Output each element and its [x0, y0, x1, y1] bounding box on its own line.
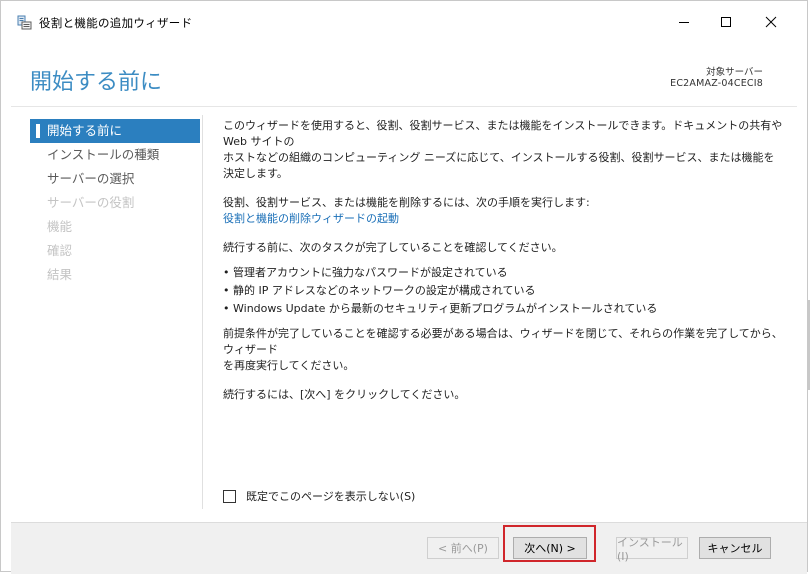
continue-instructions: 続行するには、[次へ] をクリックしてください。: [223, 388, 466, 401]
cancel-button[interactable]: キャンセル: [699, 537, 771, 559]
nav-item-results: 結果: [47, 267, 73, 282]
target-server-name: EC2AMAZ-04CECI8: [670, 78, 763, 89]
skip-page-label[interactable]: 既定でこのページを表示しない(S): [246, 488, 415, 504]
nav-item-server-roles: サーバーの役割: [47, 195, 135, 210]
close-button[interactable]: [749, 7, 793, 37]
nav-item-features: 機能: [47, 219, 73, 234]
skip-page-checkbox[interactable]: [223, 489, 236, 503]
nav-item-server-selection[interactable]: サーバーの選択: [30, 167, 200, 191]
task-item-updates: Windows Update から最新のセキュリティ更新プログラムがインストール…: [223, 300, 783, 318]
minimize-button[interactable]: [662, 7, 706, 37]
remove-roles-wizard-link[interactable]: 役割と機能の削除ウィザードの起動: [223, 212, 399, 225]
content-pane: このウィザードを使用すると、役割、役割サービス、または機能をインストールできます…: [223, 118, 783, 403]
page-title: 開始する前に: [30, 70, 163, 95]
nav-divider: [202, 115, 203, 509]
button-bar: < 前へ(P) 次へ(N) > インストール(I) キャンセル: [11, 522, 807, 574]
target-server-label: 対象サーバー: [706, 67, 763, 78]
wizard-window: 役割と機能の追加ウィザード 開始する前に 対象サーバー EC2AMAZ-04CE…: [0, 0, 808, 574]
close-icon: [765, 16, 777, 28]
remove-instructions: 役割、役割サービス、または機能を削除するには、次の手順を実行します:: [223, 196, 590, 209]
nav-item-before-you-begin[interactable]: 開始する前に: [30, 119, 200, 143]
install-button[interactable]: インストール(I): [616, 536, 688, 563]
tasks-intro: 続行する前に、次のタスクが完了していることを確認してください。: [223, 241, 563, 254]
wizard-nav: 開始する前に インストールの種類 サーバーの選択 サーバーの役割 機能 確認 結…: [30, 119, 200, 287]
window-title: 役割と機能の追加ウィザード: [39, 16, 193, 30]
next-button-highlight: [503, 525, 596, 562]
prereq-text-line-1: 前提条件が完了していることを確認する必要がある場合は、ウィザードを閉じて、それら…: [223, 327, 783, 356]
maximize-icon: [721, 17, 731, 27]
header-divider: [11, 106, 797, 107]
task-item-network: 静的 IP アドレスなどのネットワークの設定が構成されている: [223, 282, 783, 300]
nav-item-installation-type[interactable]: インストールの種類: [30, 143, 200, 167]
nav-item-confirmation: 確認: [47, 243, 73, 258]
skip-page-option[interactable]: 既定でこのページを表示しない(S): [223, 488, 415, 504]
title-bar[interactable]: 役割と機能の追加ウィザード: [1, 1, 807, 43]
maximize-button[interactable]: [704, 7, 748, 37]
intro-text-line-1: このウィザードを使用すると、役割、役割サービス、または機能をインストールできます…: [223, 119, 783, 148]
task-item-password: 管理者アカウントに強力なパスワードが設定されている: [223, 264, 783, 282]
previous-button[interactable]: < 前へ(P): [427, 537, 499, 559]
server-manager-icon: [17, 15, 32, 30]
intro-text-line-2: ホストなどの組織のコンピューティング ニーズに応じて、インストールする役割、役割…: [223, 151, 775, 180]
task-list: 管理者アカウントに強力なパスワードが設定されている 静的 IP アドレスなどのネ…: [223, 264, 783, 318]
minimize-icon: [679, 22, 689, 23]
prereq-text-line-2: を再度実行してください。: [223, 359, 355, 372]
